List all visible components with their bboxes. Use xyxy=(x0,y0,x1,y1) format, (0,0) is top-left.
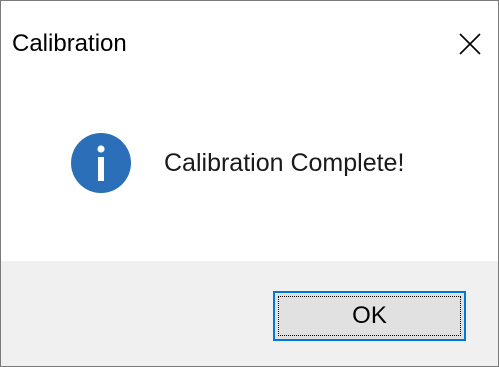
button-bar: OK xyxy=(1,261,498,366)
close-button[interactable] xyxy=(453,27,487,61)
close-icon xyxy=(459,33,481,55)
title-bar[interactable]: Calibration xyxy=(1,1,498,81)
window-title: Calibration xyxy=(12,30,127,57)
info-icon xyxy=(71,133,131,193)
message-dialog: Calibration Calibration Complete! OK xyxy=(0,0,499,367)
dialog-content: Calibration Complete! xyxy=(1,81,498,261)
message-text: Calibration Complete! xyxy=(164,149,405,177)
ok-button[interactable]: OK xyxy=(273,291,466,341)
